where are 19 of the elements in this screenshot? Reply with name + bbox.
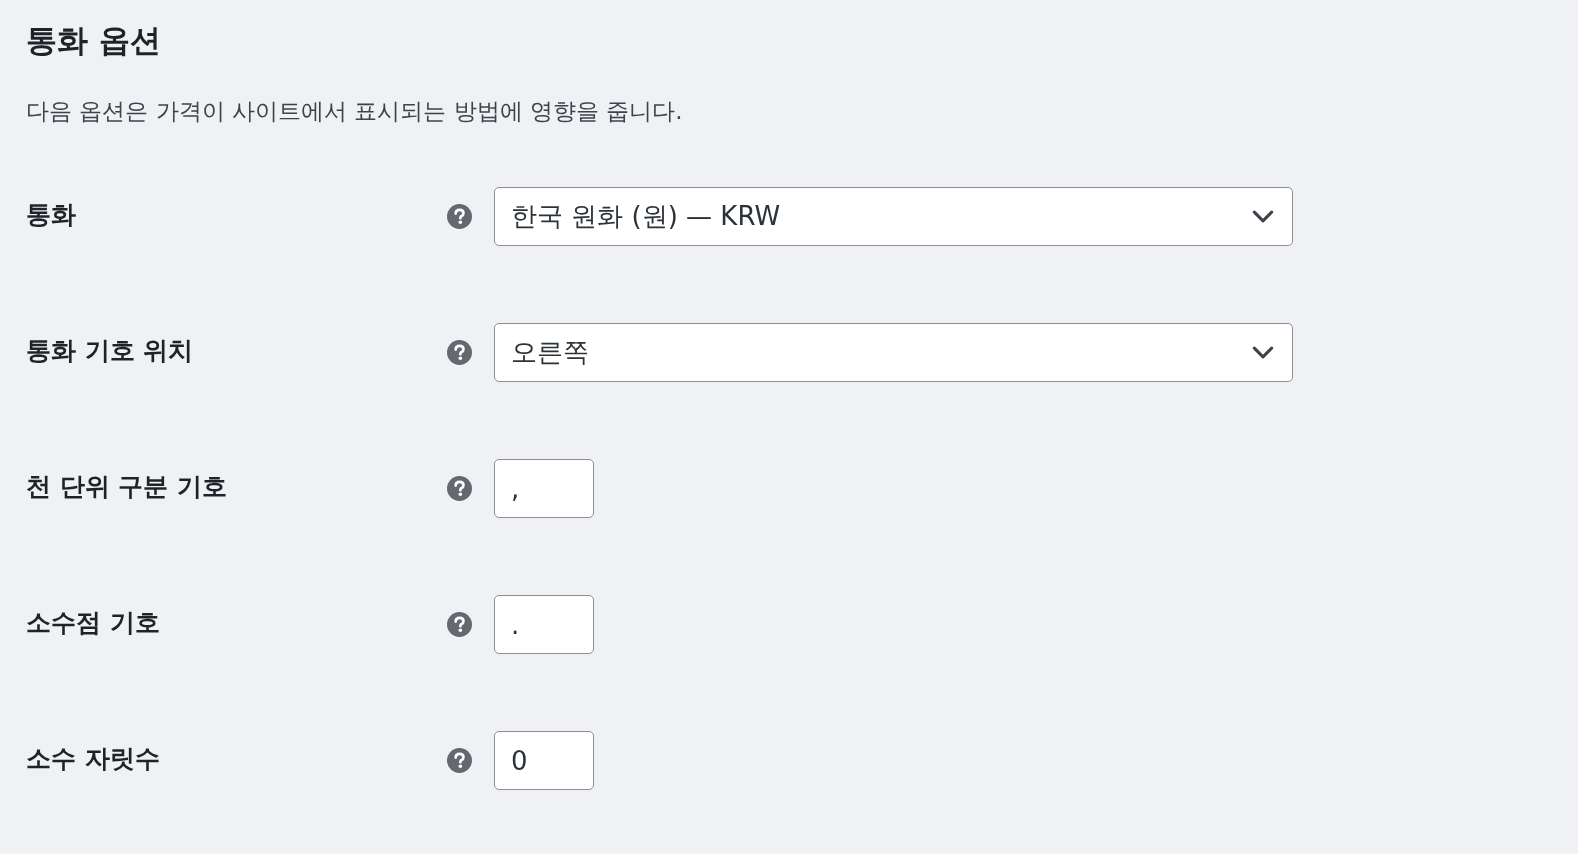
help-icon[interactable]: [447, 340, 472, 365]
text-field[interactable]: .: [494, 595, 594, 654]
dropdown[interactable]: 오른쪽: [494, 323, 1293, 382]
dropdown[interactable]: 한국 원화 (원) — KRW: [494, 187, 1293, 246]
section-description: 다음 옵션은 가격이 사이트에서 표시되는 방법에 영향을 줍니다.: [26, 97, 683, 126]
text-field[interactable]: 0: [494, 731, 594, 790]
text-field[interactable]: ,: [494, 459, 594, 518]
section-heading: 통화 옵션: [26, 21, 161, 60]
field-label: 통화 기호 위치: [26, 335, 194, 367]
help-icon[interactable]: [447, 612, 472, 637]
field-label: 소수점 기호: [26, 607, 160, 639]
help-icon[interactable]: [447, 476, 472, 501]
help-icon[interactable]: [447, 748, 472, 773]
chevron-down-icon: [1252, 346, 1274, 359]
field-label: 소수 자릿수: [26, 743, 160, 775]
help-icon[interactable]: [447, 204, 472, 229]
field-label: 천 단위 구분 기호: [26, 471, 228, 503]
field-label: 통화: [26, 199, 76, 231]
chevron-down-icon: [1252, 210, 1274, 223]
